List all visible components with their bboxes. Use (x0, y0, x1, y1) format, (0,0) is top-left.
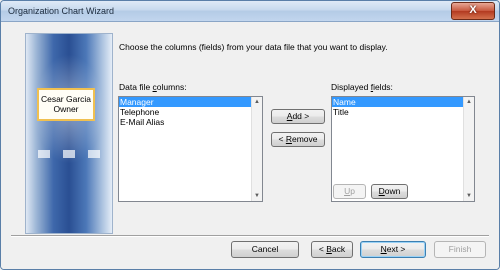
displayed-fields-label: Displayed fields: (331, 82, 393, 92)
back-button[interactable]: < Back (311, 241, 353, 258)
card-role: Owner (53, 104, 79, 114)
button-text: < (278, 134, 286, 144)
window-title: Organization Chart Wizard (8, 6, 115, 16)
scroll-up-icon[interactable]: ▲ (464, 97, 474, 107)
graphic-block (38, 150, 50, 158)
label-text: Data file (119, 82, 153, 92)
button-text: ack (331, 244, 346, 254)
graphic-block (88, 150, 100, 158)
button-text: dd > (292, 111, 310, 121)
list-item[interactable]: Title (332, 107, 474, 117)
card-name: Cesar Garcia (40, 94, 92, 104)
cancel-button[interactable]: Cancel (231, 241, 299, 258)
list-item[interactable]: E-Mail Alias (119, 117, 262, 127)
close-icon: X (469, 4, 477, 16)
list-item[interactable]: Manager (119, 97, 251, 107)
button-text: own (384, 186, 401, 196)
up-button[interactable]: Up (333, 184, 366, 199)
label-text: olumns: (156, 82, 187, 92)
close-button[interactable]: X (451, 2, 495, 20)
down-button[interactable]: Down (371, 184, 408, 199)
list-item[interactable]: Telephone (119, 107, 262, 117)
org-chart-card: Cesar Garcia Owner (37, 88, 95, 121)
wizard-content: Cesar Garcia Owner Choose the columns (f… (1, 22, 499, 269)
scroll-up-icon[interactable]: ▲ (252, 97, 262, 107)
vertical-scrollbar[interactable]: ▲ ▼ (251, 97, 262, 201)
label-text: Displayed (331, 82, 371, 92)
next-button[interactable]: Next > (360, 241, 426, 258)
finish-button[interactable]: Finish (434, 241, 486, 258)
footer-separator (11, 235, 489, 237)
add-button[interactable]: Add > (271, 109, 325, 124)
label-text: ields: (373, 82, 393, 92)
vertical-scrollbar[interactable]: ▲ ▼ (463, 97, 474, 201)
button-text: emove (291, 134, 318, 144)
org-chart-graphic (25, 33, 113, 234)
list-item[interactable]: Name (332, 97, 463, 107)
remove-button[interactable]: < Remove (271, 132, 325, 147)
scroll-down-icon[interactable]: ▼ (252, 191, 262, 201)
button-text: p (350, 186, 355, 196)
data-file-columns-label: Data file columns: (119, 82, 187, 92)
instruction-text: Choose the columns (fields) from your da… (119, 42, 388, 52)
scroll-down-icon[interactable]: ▼ (464, 191, 474, 201)
wizard-window: Organization Chart Wizard X Cesar Garcia… (0, 0, 500, 270)
graphic-block (63, 150, 75, 158)
title-bar[interactable]: Organization Chart Wizard X (1, 1, 499, 22)
data-file-columns-list[interactable]: Manager Telephone E-Mail Alias ▲ ▼ (118, 96, 263, 202)
button-text: ext > (386, 244, 406, 254)
